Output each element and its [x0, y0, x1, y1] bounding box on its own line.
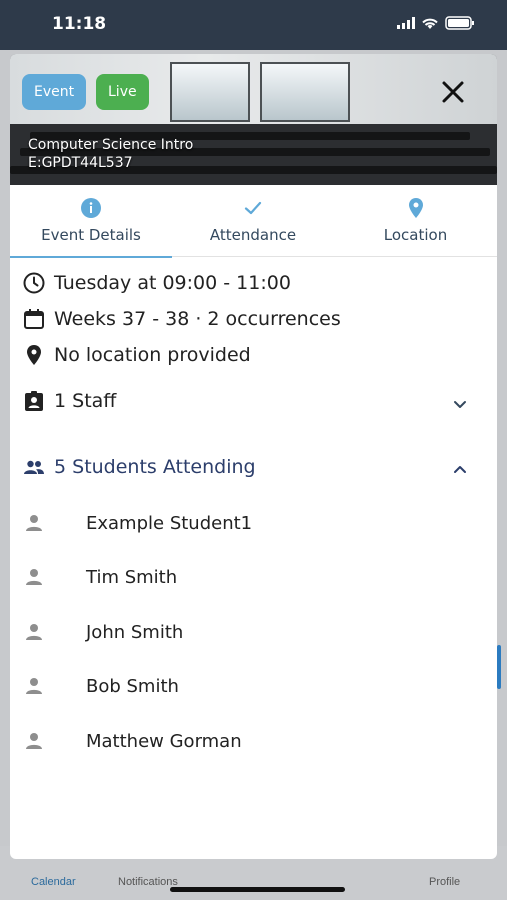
staff-badge-icon	[25, 391, 43, 411]
tab-label: Attendance	[209, 226, 297, 244]
students-section-toggle[interactable]: 5 Students Attending	[22, 455, 485, 479]
student-name: Matthew Gorman	[86, 730, 242, 752]
event-time-row: Tuesday at 09:00 - 11:00	[22, 271, 291, 295]
check-icon	[244, 201, 262, 215]
event-type-badge: Event	[22, 74, 87, 110]
event-code: E:GPDT44L537	[28, 155, 133, 171]
status-icons	[397, 16, 475, 30]
battery-icon	[445, 16, 474, 30]
close-icon[interactable]	[437, 76, 469, 108]
location-pin-icon	[408, 198, 423, 218]
student-list-item[interactable]: Example Student1	[22, 511, 252, 535]
student-name: Bob Smith	[86, 675, 179, 697]
event-location-row: No location provided	[22, 343, 251, 367]
background-edge-accent	[497, 645, 501, 689]
staff-section-toggle[interactable]: 1 Staff	[22, 389, 485, 413]
tab-label: Event Details	[41, 226, 141, 244]
student-name: Tim Smith	[86, 566, 178, 588]
hero-window	[170, 62, 250, 122]
tab-label: Location	[383, 226, 448, 244]
chevron-down-icon[interactable]	[451, 395, 469, 413]
live-status-badge: Live	[96, 74, 149, 110]
student-list-item[interactable]: Bob Smith	[22, 674, 179, 698]
detail-tabs: Event Details Attendance Location	[10, 185, 497, 258]
background-tab-calendar: Calendar	[31, 876, 76, 888]
tab-location[interactable]: Location	[334, 185, 497, 257]
event-detail-sheet: Event Live Computer Science Intro E:GPDT…	[10, 54, 497, 859]
student-list-item[interactable]: John Smith	[22, 620, 183, 644]
calendar-icon	[24, 309, 44, 329]
status-bar: 11:18	[0, 0, 507, 50]
event-title: Computer Science Intro	[28, 137, 194, 153]
event-location-text: No location provided	[54, 344, 251, 366]
location-pin-icon	[27, 345, 41, 365]
background-tab-notifications: Notifications	[118, 876, 178, 888]
student-name: Example Student1	[86, 512, 253, 534]
tab-attendance[interactable]: Attendance	[172, 185, 334, 257]
background-tab-profile: Profile	[429, 876, 461, 888]
tab-event-details[interactable]: Event Details	[10, 185, 172, 258]
event-hero-image: Event Live Computer Science Intro E:GPDT…	[10, 54, 497, 185]
event-weeks-text: Weeks 37 - 38 · 2 occurrences	[54, 308, 341, 330]
hero-window	[260, 62, 350, 122]
event-title-block: Computer Science Intro E:GPDT44L537	[28, 136, 193, 172]
person-icon	[26, 733, 42, 749]
person-icon	[26, 678, 42, 694]
person-icon	[26, 624, 42, 640]
home-indicator	[170, 887, 345, 892]
wifi-icon	[422, 18, 438, 29]
status-time: 11:18	[52, 14, 107, 34]
student-name: John Smith	[86, 621, 184, 643]
students-count-text: 5 Students Attending	[54, 456, 256, 478]
event-time-text: Tuesday at 09:00 - 11:00	[54, 272, 291, 294]
info-icon	[81, 198, 101, 218]
staff-count-text: 1 Staff	[54, 390, 117, 412]
cellular-signal-icon	[397, 17, 415, 29]
person-icon	[26, 569, 42, 585]
event-weeks-row: Weeks 37 - 38 · 2 occurrences	[22, 307, 341, 331]
person-icon	[26, 515, 42, 531]
chevron-up-icon[interactable]	[451, 461, 469, 479]
student-list-item[interactable]: Tim Smith	[22, 565, 177, 589]
clock-icon	[23, 272, 45, 294]
student-list-item[interactable]: Matthew Gorman	[22, 729, 242, 753]
people-icon	[24, 460, 44, 474]
